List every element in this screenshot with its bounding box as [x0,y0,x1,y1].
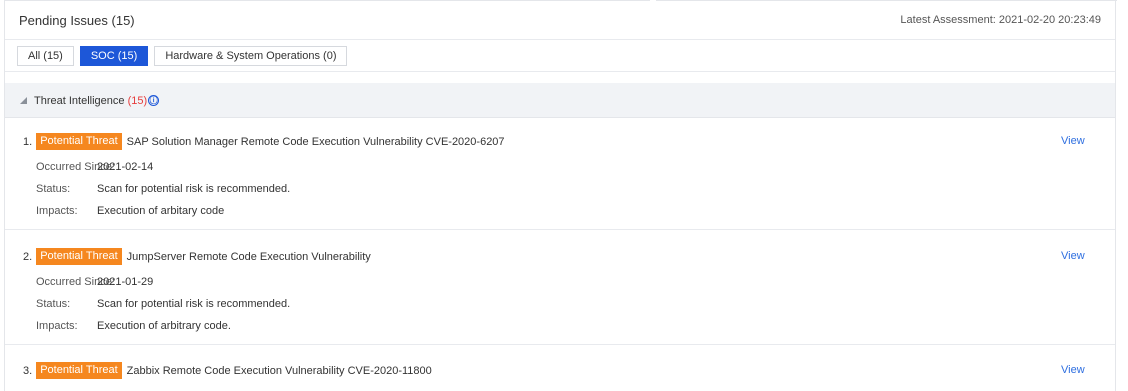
collapse-caret-icon[interactable] [20,97,27,104]
view-link[interactable]: View [1061,135,1085,147]
item-header: 2. Potential Threat JumpServer Remote Co… [23,248,371,265]
group-threat-intelligence[interactable]: Threat Intelligence (15) ⓘ [5,83,1115,118]
status-value: Scan for potential risk is recommended. [97,183,291,195]
impacts-row: Impacts: Execution of arbitrary code. [36,320,231,332]
list-item: 3. Potential Threat Zabbix Remote Code E… [5,362,1115,391]
tab-hardware-system-operations[interactable]: Hardware & System Operations (0) [154,46,348,66]
status-badge: Potential Threat [36,362,122,379]
tab-soc[interactable]: SOC (15) [79,46,149,66]
tabs-divider [5,71,1115,72]
group-count: (15) [127,95,148,107]
view-link[interactable]: View [1061,364,1085,376]
issue-tabs: All (15) SOC (15) Hardware & System Oper… [17,46,348,66]
pending-issues-panel: Pending Issues (15) Latest Assessment: 2… [4,0,1117,391]
occurred-label: Occurred Since: [36,276,115,288]
occurred-row: Occurred Since:2021-01-29 [36,276,153,288]
group-name: Threat Intelligence [34,95,125,107]
impacts-value: Execution of arbitary code [97,205,225,217]
status-badge: Potential Threat [36,248,122,265]
tab-all[interactable]: All (15) [17,46,74,66]
impacts-row: Impacts: Execution of arbitary code [36,205,224,217]
impacts-value: Execution of arbitrary code. [97,320,231,332]
list-item: 1. Potential Threat SAP Solution Manager… [5,133,1115,230]
panel-header: Pending Issues (15) Latest Assessment: 2… [5,0,1115,40]
occurred-label: Occurred Since: [36,161,115,173]
item-index: 2. [23,250,33,263]
status-row: Status: Scan for potential risk is recomm… [36,298,290,310]
item-header: 3. Potential Threat Zabbix Remote Code E… [23,362,432,379]
info-icon[interactable]: ⓘ [148,95,160,106]
status-label: Status: [36,183,71,195]
item-title: Zabbix Remote Code Execution Vulnerabili… [126,364,432,377]
item-title: JumpServer Remote Code Execution Vulnera… [126,250,371,263]
occurred-value: 2021-02-14 [97,161,154,173]
group-label: Threat Intelligence (15) ⓘ [34,95,160,107]
occurred-value: 2021-01-29 [97,276,154,288]
item-title: SAP Solution Manager Remote Code Executi… [126,135,505,148]
view-link[interactable]: View [1061,250,1085,262]
impacts-label: Impacts: [36,320,78,332]
item-index: 1. [23,135,33,148]
status-badge: Potential Threat [36,133,122,150]
status-value: Scan for potential risk is recommended. [97,298,291,310]
page-title: Pending Issues (15) [19,13,135,28]
item-header: 1. Potential Threat SAP Solution Manager… [23,133,505,150]
item-index: 3. [23,364,33,377]
latest-assessment: Latest Assessment: 2021-02-20 20:23:49 [900,14,1101,26]
impacts-label: Impacts: [36,205,78,217]
status-label: Status: [36,298,71,310]
status-row: Status: Scan for potential risk is recomm… [36,183,290,195]
occurred-row: Occurred Since:2021-02-14 [36,161,153,173]
list-item: 2. Potential Threat JumpServer Remote Co… [5,248,1115,345]
